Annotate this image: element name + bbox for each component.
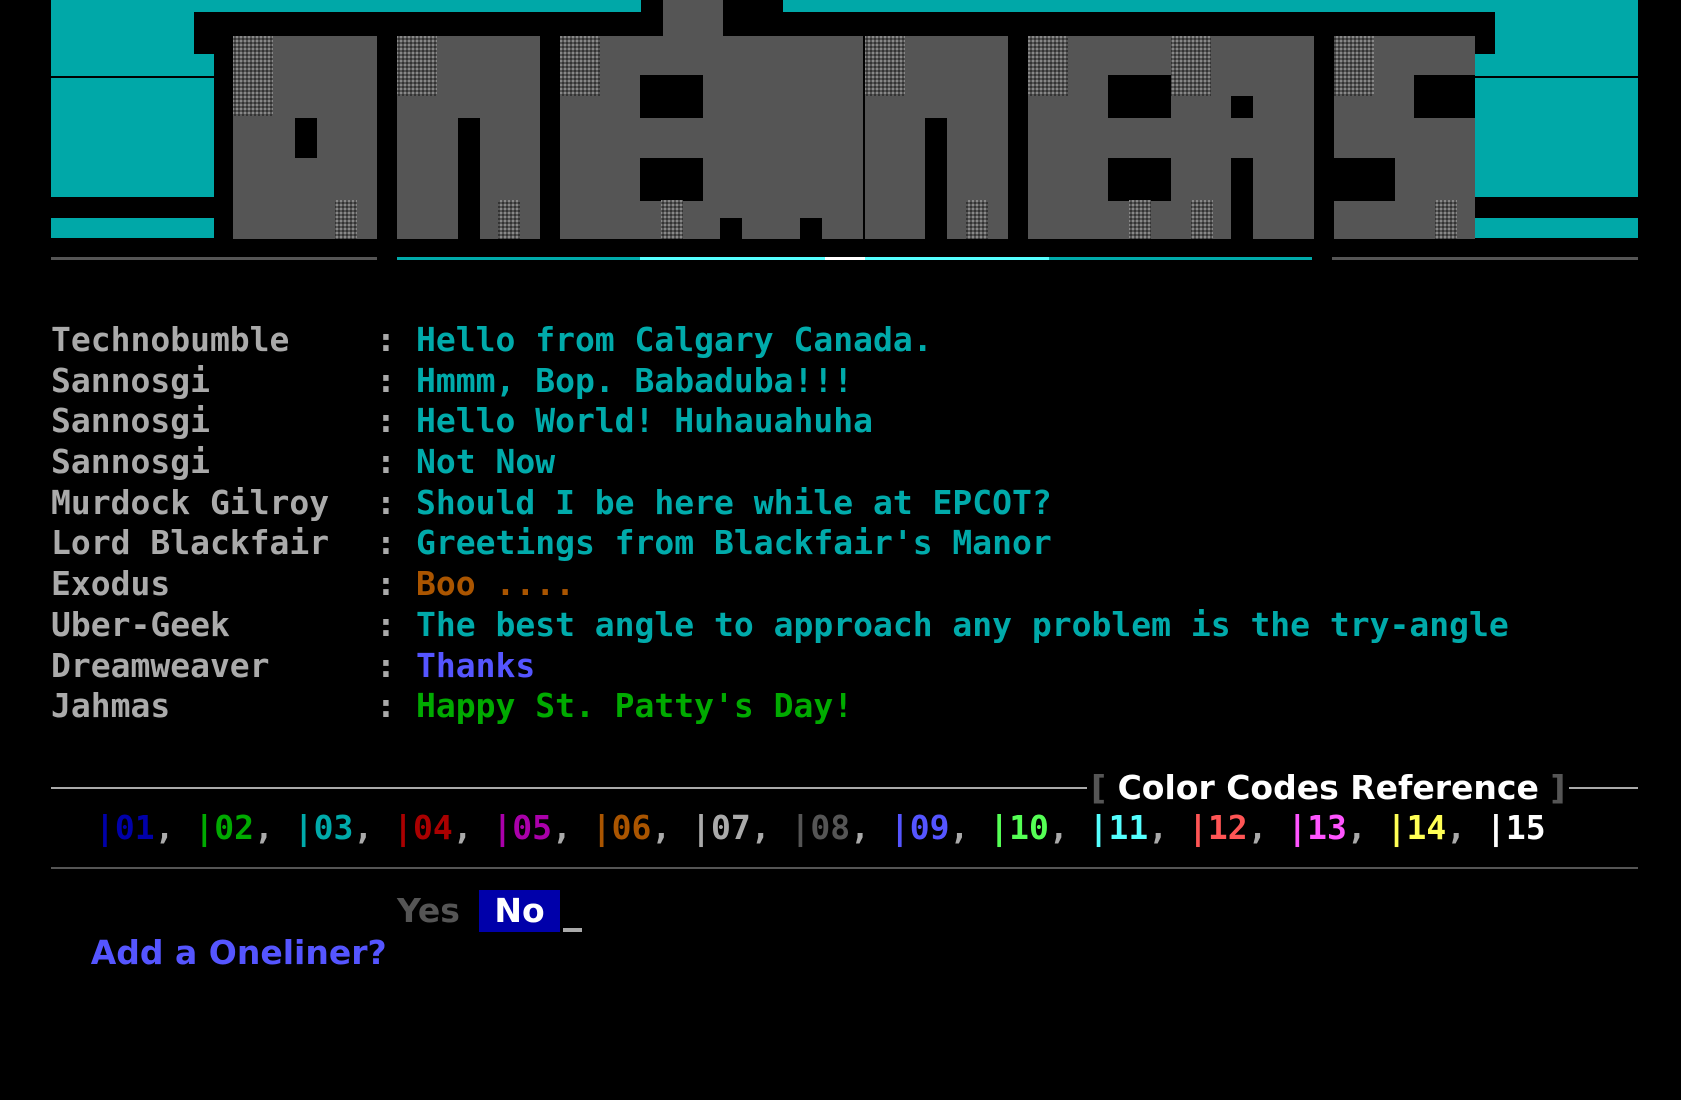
oneliner-message: Thanks	[416, 645, 536, 685]
color-code: |12	[1187, 808, 1248, 847]
oneliner-user: Exodus	[51, 564, 171, 604]
color-code: |14	[1386, 808, 1447, 847]
oneliner-row: Dreamweaver: Thanks	[51, 646, 1651, 687]
oneliner-row: Lord Blackfair: Greetings from Blackfair'…	[51, 523, 1651, 564]
oneliner-user: Lord Blackfair	[51, 523, 330, 563]
no-option[interactable]: No	[479, 890, 560, 932]
oneliner-list: Technobumble: Hello from Calgary Canada. S…	[51, 320, 1651, 727]
color-code: |09	[889, 808, 950, 847]
color-code: |02	[194, 808, 254, 847]
color-reference-title: [ Color Codes Reference ]	[1087, 766, 1570, 810]
color-code: |13	[1287, 808, 1347, 847]
oneliner-user: Murdock Gilroy	[51, 482, 330, 522]
oneliner-message: Hello from Calgary Canada.	[416, 320, 933, 359]
color-codes-row: |01, |02, |03, |04, |05, |06, |07, |08, …	[95, 808, 1546, 848]
color-code: |01	[95, 808, 155, 847]
code-separator: ,	[452, 808, 493, 847]
oneliner-row: Technobumble: Hello from Calgary Canada.	[51, 320, 1651, 361]
oneliner-user: Sannosgi	[51, 360, 210, 400]
code-separator: ,	[253, 808, 294, 847]
code-separator: ,	[1247, 808, 1288, 847]
code-separator: ,	[1148, 808, 1188, 847]
oneliner-message: Should I be here while at EPCOT?	[416, 482, 1052, 522]
bottom-rule	[51, 867, 1638, 869]
code-separator: ,	[750, 808, 791, 847]
code-separator: ,	[154, 808, 195, 847]
code-separator: ,	[353, 808, 394, 847]
code-separator: ,	[949, 808, 990, 847]
code-separator: ,	[1048, 808, 1089, 847]
code-separator: ,	[850, 808, 890, 847]
oneliner-user: Sannosgi	[51, 442, 210, 482]
oneliner-separator: :	[376, 442, 396, 482]
yes-option[interactable]: Yes	[397, 890, 460, 932]
oneliner-separator: :	[376, 360, 396, 400]
color-code: |08	[790, 808, 851, 847]
oneliner-user: Technobumble	[51, 320, 290, 359]
oneliner-row: Sannosgi: Hmmm, Bop. Babaduba!!!	[51, 361, 1651, 402]
code-separator: ,	[651, 808, 692, 847]
oneliner-separator: :	[376, 320, 396, 359]
oneliner-separator: :	[376, 523, 396, 563]
oneliner-row: Sannosgi: Hello World! Huhauahuha	[51, 401, 1651, 442]
color-code: |06	[591, 808, 652, 847]
color-code: |05	[492, 808, 553, 847]
color-code: |15	[1486, 808, 1546, 847]
oneliner-row: Murdock Gilroy: Should I be here while at…	[51, 483, 1651, 524]
oneliner-message: Not Now	[416, 442, 556, 482]
oneliner-message: Boo ....	[416, 564, 575, 604]
oneliner-separator: :	[376, 645, 396, 685]
oneliner-user: Jahmas	[51, 686, 171, 726]
code-separator: ,	[1446, 808, 1487, 847]
color-reference-label: Color Codes Reference	[1106, 768, 1551, 807]
oneliner-user: Uber-Geek	[51, 604, 230, 644]
oneliner-separator: :	[376, 604, 396, 644]
color-code: |03	[293, 808, 354, 847]
oneliner-row: Jahmas: Happy St. Patty's Day!	[51, 686, 1651, 727]
oneliner-message: Hello World! Huhauahuha	[416, 401, 873, 441]
open-bracket: [	[1091, 768, 1107, 807]
color-code: |10	[989, 808, 1049, 847]
oneliner-user: Dreamweaver	[51, 645, 270, 685]
color-code: |04	[393, 808, 453, 847]
add-oneliner-prompt: Add a Oneliner? Yes No	[51, 890, 582, 972]
oneliner-separator: :	[376, 482, 396, 522]
oneliner-message: Greetings from Blackfair's Manor	[416, 523, 1052, 563]
color-code: |11	[1088, 808, 1149, 847]
oneliner-message: Happy St. Patty's Day!	[416, 686, 854, 726]
oneliners-banner	[51, 0, 1638, 260]
oneliner-separator: :	[376, 401, 396, 441]
oneliner-separator: :	[376, 686, 396, 726]
close-bracket: ]	[1550, 768, 1566, 807]
code-separator: ,	[552, 808, 592, 847]
oneliner-message: Hmmm, Bop. Babaduba!!!	[416, 360, 854, 400]
oneliner-row: Sannosgi: Not Now	[51, 442, 1651, 483]
oneliner-row: Exodus: Boo ....	[51, 564, 1651, 605]
text-cursor	[563, 928, 582, 932]
color-code: |07	[691, 808, 751, 847]
oneliner-message: The best angle to approach any problem i…	[416, 604, 1509, 644]
code-separator: ,	[1346, 808, 1387, 847]
banner-underline	[51, 257, 1638, 260]
oneliner-user: Sannosgi	[51, 401, 210, 441]
oneliner-separator: :	[376, 564, 396, 604]
prompt-question: Add a Oneliner?	[90, 933, 387, 972]
oneliner-row: Uber-Geek: The best angle to approach any…	[51, 605, 1651, 646]
